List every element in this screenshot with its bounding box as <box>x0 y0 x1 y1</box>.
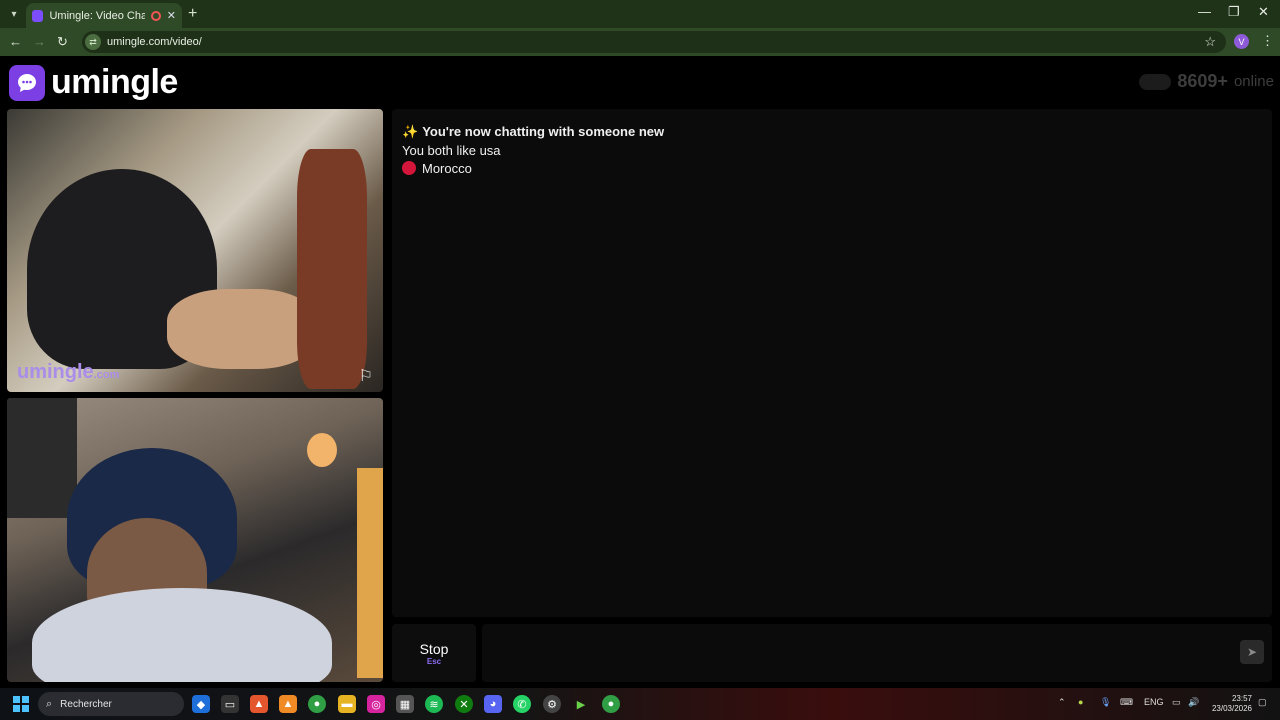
self-video <box>7 398 383 682</box>
new-tab-icon[interactable]: + <box>188 5 197 23</box>
xbox-icon[interactable]: ✕ <box>455 695 473 713</box>
url-text: umingle.com/video/ <box>107 36 202 48</box>
taskbar-search[interactable]: ⌕ Rechercher <box>38 692 184 716</box>
chat-bubble-logo-icon <box>9 64 45 101</box>
reload-icon[interactable]: ↻ <box>57 34 68 50</box>
browser-tab-bar: ▾ Umingle: Video Chat with S ✕ + — ❐ ✕ <box>0 0 1280 28</box>
windows-start-icon[interactable] <box>12 695 30 713</box>
defender-icon[interactable]: ◆ <box>192 695 210 713</box>
stranger-background-decor <box>297 149 367 389</box>
chat-panel: ✨ You're now chatting with someone new Yo… <box>392 109 1272 617</box>
window-restore-icon[interactable]: ❐ <box>1228 4 1240 20</box>
chrome-icon[interactable]: ● <box>308 695 326 713</box>
window-minimize-icon[interactable]: — <box>1198 4 1211 19</box>
vlc-icon[interactable]: ▲ <box>279 695 297 713</box>
morocco-flag-icon <box>402 161 416 175</box>
recording-indicator-icon <box>151 10 161 21</box>
instagram-icon[interactable]: ◎ <box>367 695 385 713</box>
bookmark-star-icon[interactable]: ☆ <box>1204 34 1216 50</box>
tray-app-icon[interactable]: ● <box>1078 697 1083 707</box>
floor-lamp <box>357 468 383 678</box>
chat-country: Morocco <box>402 161 472 176</box>
online-count: 8609+ <box>1177 71 1228 91</box>
wall-poster <box>7 398 77 518</box>
window-close-icon[interactable]: ✕ <box>1258 4 1269 20</box>
tab-title: Umingle: Video Chat with S <box>49 9 146 22</box>
play-icon[interactable]: ▶ <box>572 695 590 713</box>
notifications-icon[interactable]: ▢ <box>1258 697 1267 708</box>
microphone-icon[interactable]: 🎙 <box>1100 697 1111 708</box>
search-icon: ⌕ <box>46 697 53 710</box>
chrome-active-icon[interactable]: ● <box>602 695 620 713</box>
discord-icon[interactable]: ◕ <box>484 695 502 713</box>
send-icon[interactable]: ➤ <box>1240 640 1264 664</box>
stranger-video: umingle.com ⚐ <box>7 109 383 392</box>
profile-avatar[interactable]: V <box>1234 34 1249 49</box>
clock-time: 23:57 <box>1231 694 1252 703</box>
page: umingle 8609+ online umingle.com ⚐ ✨ You'… <box>0 56 1280 688</box>
steam-icon[interactable]: ⚙ <box>543 695 561 713</box>
tray-chevron-icon[interactable]: ⌃ <box>1058 697 1066 708</box>
browser-menu-icon[interactable]: ⋮ <box>1261 33 1274 49</box>
network-icon[interactable]: ▭ <box>1172 697 1181 708</box>
stranger-hand <box>167 289 317 369</box>
address-bar[interactable]: ⇄ umingle.com/video/ ☆ <box>82 31 1226 53</box>
umingle-watermark: umingle.com <box>17 361 120 383</box>
umingle-favicon-icon <box>32 9 44 22</box>
site-info-icon[interactable]: ⇄ <box>85 34 101 50</box>
browser-toolbar: ← → ↻ ⇄ umingle.com/video/ ☆ V ⋮ <box>0 28 1280 56</box>
report-flag-icon[interactable]: ⚐ <box>359 366 373 386</box>
tab-close-icon[interactable]: ✕ <box>167 9 176 22</box>
forward-arrow-icon[interactable]: → <box>33 34 46 49</box>
taskbar-search-label: Rechercher <box>60 698 112 710</box>
spotify-icon[interactable]: ≋ <box>425 695 443 713</box>
task-view-icon[interactable]: ▭ <box>221 695 239 713</box>
taskbar-clock[interactable]: 23:57 23/03/2026 <box>1212 694 1252 714</box>
whatsapp-icon[interactable]: ✆ <box>513 695 531 713</box>
site-logo[interactable]: umingle <box>9 63 178 102</box>
store-icon[interactable]: ▦ <box>396 695 414 713</box>
back-arrow-icon[interactable]: ← <box>9 34 22 49</box>
volume-icon[interactable]: 🔊 <box>1188 697 1199 708</box>
lamp-light <box>307 433 337 467</box>
chat-system-message: ✨ You're now chatting with someone new <box>402 124 665 139</box>
message-input[interactable]: ➤ <box>482 624 1272 682</box>
browser-tab[interactable]: Umingle: Video Chat with S ✕ <box>26 3 182 28</box>
brave-icon[interactable]: ▲ <box>250 695 268 713</box>
tab-list-chevron-icon[interactable]: ▾ <box>4 4 24 24</box>
windows-taskbar: ⌕ Rechercher ◆ ▭ ▲ ▲ ● ▬ ◎ ▦ ≋ ✕ ◕ ✆ ⚙ ▶… <box>0 688 1280 720</box>
stop-button[interactable]: Stop Esc <box>392 624 476 682</box>
language-indicator[interactable]: ENG <box>1144 697 1164 707</box>
chat-common-interest: You both like usa <box>402 143 501 158</box>
online-status: 8609+ online <box>1139 71 1274 92</box>
keyboard-icon[interactable]: ⌨ <box>1120 697 1133 708</box>
clock-date: 23/03/2026 <box>1211 704 1252 713</box>
online-toggle[interactable] <box>1139 73 1172 90</box>
sparkles-icon: ✨ <box>402 124 419 139</box>
file-explorer-icon[interactable]: ▬ <box>338 695 356 713</box>
logo-text: umingle <box>51 63 178 101</box>
stop-shortcut-label: Esc <box>426 656 442 666</box>
self-jacket <box>32 588 332 682</box>
stop-button-label: Stop <box>419 640 449 657</box>
online-label: online <box>1233 73 1274 90</box>
